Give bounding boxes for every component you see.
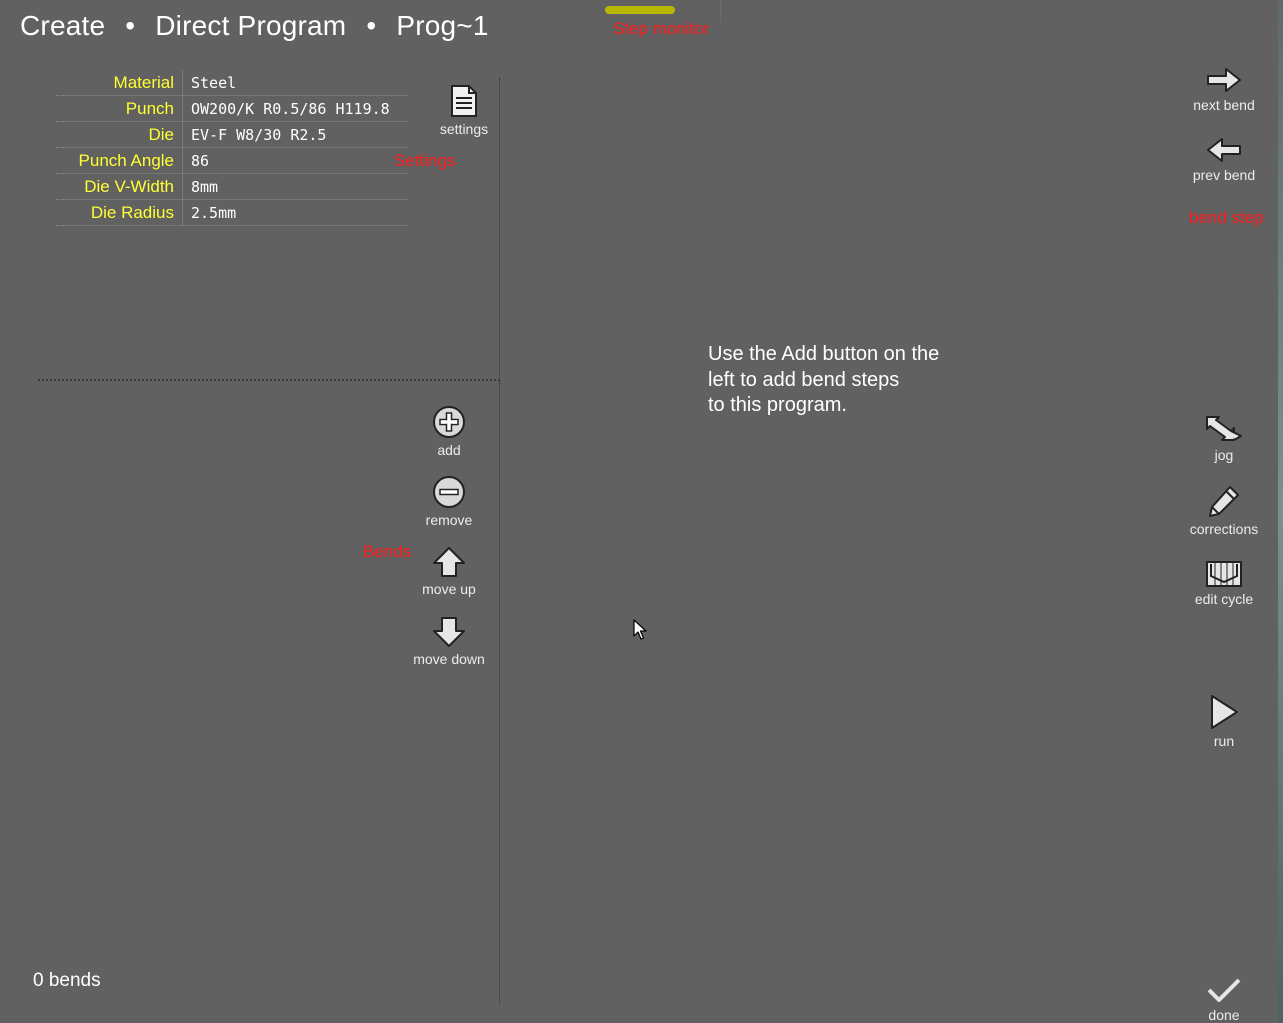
breadcrumb-direct-program: Direct Program	[155, 10, 347, 41]
run-label: run	[1213, 733, 1235, 749]
step-monitor-label: Step monitor	[613, 19, 710, 38]
property-key: Die	[56, 121, 183, 148]
edit-cycle-label: edit cycle	[1194, 591, 1254, 607]
prev-bend-label: prev bend	[1192, 167, 1256, 183]
document-icon	[451, 85, 477, 117]
arrow-down-icon	[433, 617, 465, 647]
step-monitor-bar[interactable]	[605, 6, 675, 14]
jog-button[interactable]: jog	[1180, 414, 1268, 463]
checkmark-icon	[1207, 978, 1241, 1002]
breadcrumb-create: Create	[20, 10, 106, 41]
property-row-punch[interactable]: Punch OW200/K R0.5/86 H119.8	[56, 95, 407, 122]
tooling-properties: Material Steel Punch OW200/K R0.5/86 H119.…	[56, 70, 407, 226]
prev-bend-button[interactable]: prev bend	[1180, 136, 1268, 183]
property-row-punch-angle[interactable]: Punch Angle 86	[56, 147, 407, 174]
breadcrumb-separator: •	[366, 10, 377, 41]
done-button[interactable]: done	[1180, 976, 1268, 1023]
jog-label: jog	[1214, 447, 1234, 463]
bend-count: 0 bends	[33, 970, 101, 991]
pencil-icon	[1209, 486, 1239, 517]
property-key: Material	[56, 70, 183, 96]
arrow-left-icon	[1207, 138, 1241, 162]
bend-step-annotation: bend step	[1189, 208, 1264, 227]
remove-bend-button[interactable]: remove	[409, 475, 489, 528]
property-row-material[interactable]: Material Steel	[56, 70, 407, 96]
breadcrumb: Create • Direct Program • Prog~1	[20, 10, 489, 42]
done-label: done	[1208, 1007, 1240, 1023]
property-row-die-v-width[interactable]: Die V-Width 8mm	[56, 173, 407, 200]
hint-line: to this program.	[708, 394, 847, 416]
settings-label: settings	[439, 121, 489, 137]
run-button[interactable]: run	[1180, 694, 1268, 749]
property-row-die[interactable]: Die EV-F W8/30 R2.5	[56, 121, 407, 148]
window-edge	[1278, 0, 1283, 1023]
bends-annotation: Bends	[363, 542, 412, 561]
move-down-label: move down	[413, 651, 485, 667]
arrow-up-icon	[433, 547, 465, 577]
property-value: EV-F W8/30 R2.5	[182, 121, 407, 148]
next-bend-label: next bend	[1193, 97, 1255, 113]
move-up-button[interactable]: move up	[409, 546, 489, 597]
hint-line: Use the Add button on the	[708, 343, 940, 365]
mouse-cursor-icon	[633, 619, 647, 640]
next-bend-button[interactable]: next bend	[1180, 66, 1268, 113]
play-icon	[1211, 695, 1238, 729]
minus-circle-icon	[433, 476, 465, 508]
edit-cycle-button[interactable]: edit cycle	[1180, 556, 1268, 607]
edit-cycle-icon	[1206, 561, 1242, 587]
plus-circle-icon	[433, 406, 465, 438]
property-key: Punch	[56, 95, 183, 122]
remove-label: remove	[425, 512, 473, 528]
corrections-label: corrections	[1189, 521, 1259, 537]
step-monitor-divider	[720, 0, 721, 22]
move-up-label: move up	[422, 581, 476, 597]
property-value: Steel	[182, 70, 407, 96]
empty-program-hint: Use the Add button on the left to add be…	[708, 342, 939, 419]
property-row-die-radius[interactable]: Die Radius 2.5mm	[56, 199, 407, 226]
property-value: 86	[182, 147, 407, 174]
breadcrumb-separator: •	[125, 10, 136, 41]
property-key: Die V-Width	[56, 173, 183, 200]
jog-arrows-icon	[1206, 416, 1242, 441]
property-value: 8mm	[182, 173, 407, 200]
arrow-right-icon	[1207, 68, 1241, 92]
panel-divider-vertical	[499, 78, 500, 1004]
hint-line: left to add bend steps	[708, 368, 900, 391]
settings-button[interactable]: settings	[432, 84, 496, 137]
move-down-button[interactable]: move down	[409, 616, 489, 667]
breadcrumb-program-name: Prog~1	[396, 10, 489, 41]
panel-divider-horizontal	[38, 379, 500, 381]
add-bend-button[interactable]: add	[409, 405, 489, 458]
settings-annotation: Settings	[394, 151, 456, 170]
add-label: add	[437, 442, 461, 458]
corrections-button[interactable]: corrections	[1180, 484, 1268, 537]
property-value: 2.5mm	[182, 199, 407, 226]
property-key: Punch Angle	[56, 147, 183, 174]
property-key: Die Radius	[56, 199, 183, 226]
property-value: OW200/K R0.5/86 H119.8	[182, 95, 407, 122]
